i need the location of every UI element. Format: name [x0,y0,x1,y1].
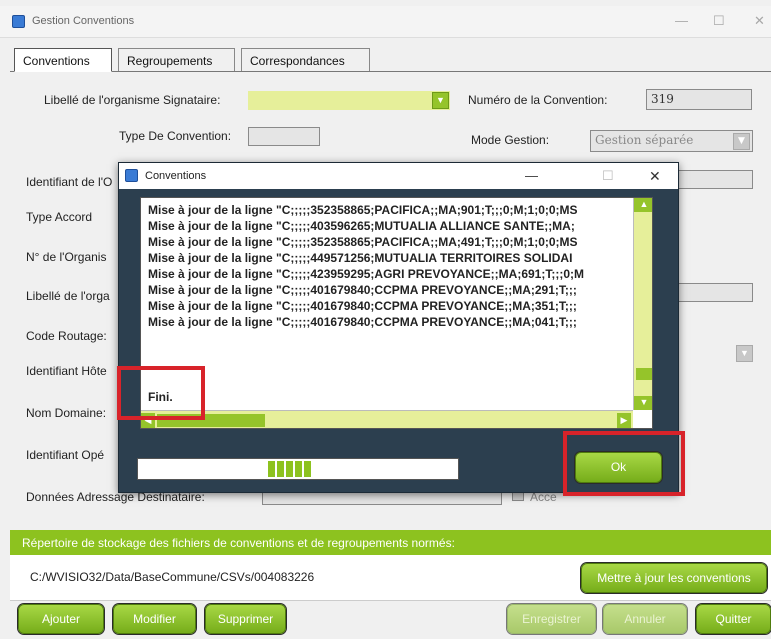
close-icon[interactable]: ✕ [649,168,661,185]
type-convention-label: Type De Convention: [119,129,232,143]
libelle-org-field[interactable] [676,283,753,302]
highlight-ok [563,431,685,496]
identifiant-ope-label: Identifiant Opé [26,448,105,462]
scroll-thumb[interactable] [636,368,652,380]
storage-path: C:/WVISIO32/Data/BaseCommune/CSVs/004083… [30,570,315,584]
window-title: Gestion Conventions [32,15,135,27]
identifiant-field[interactable] [676,170,753,189]
tab-correspondances[interactable]: Correspondances [241,48,370,72]
numero-convention-field[interactable]: 319 [646,89,752,110]
maximize-icon[interactable]: ☐ [713,13,725,29]
chevron-down-icon[interactable]: ▼ [733,133,750,150]
maximize-icon[interactable]: ☐ [602,168,614,184]
scroll-right-icon[interactable]: ▶ [617,413,631,428]
log-line: Mise à jour de la ligne "C;;;;;403596265… [148,219,575,233]
libelle-signataire-label: Libellé de l'organisme Signataire: [44,93,221,107]
numero-convention-label: Numéro de la Convention: [468,93,608,107]
ajouter-button[interactable]: Ajouter [18,604,104,634]
mode-gestion-value: Gestion séparée [595,133,694,147]
dialog-title: Conventions [145,170,207,182]
log-line: Mise à jour de la ligne "C;;;;;401679840… [148,299,577,313]
identifiant-hote-label: Identifiant Hôte [26,364,107,378]
app-icon [125,169,138,182]
annuler-button[interactable]: Annuler [603,604,687,634]
scroll-down-icon[interactable]: ▼ [634,396,652,410]
type-accord-label: Type Accord [26,210,93,224]
log-line: Mise à jour de la ligne "C;;;;;423959295… [148,267,585,281]
chevron-down-icon[interactable]: ▼ [736,345,753,362]
progress-bar [137,458,459,480]
minimize-icon[interactable]: — [525,168,538,183]
log-line: Mise à jour de la ligne "C;;;;;401679840… [148,315,577,329]
quitter-button[interactable]: Quitter [696,604,771,634]
tab-regroupements[interactable]: Regroupements [118,48,235,72]
identifiant-label: Identifiant de l'O [26,175,113,189]
modifier-button[interactable]: Modifier [113,604,196,634]
app-icon [12,15,25,28]
log-line: Mise à jour de la ligne "C;;;;;401679840… [148,283,577,297]
log-output[interactable]: Mise à jour de la ligne "C;;;;;352358865… [140,197,653,429]
conventions-dialog: Conventions — ☐ ✕ Mise à jour de la lign… [117,162,685,496]
log-line: Mise à jour de la ligne "C;;;;;449571256… [148,251,573,265]
log-line: Mise à jour de la ligne "C;;;;;352358865… [148,235,578,249]
log-line: Mise à jour de la ligne "C;;;;;352358865… [148,203,578,217]
nom-domaine-label: Nom Domaine: [26,406,107,420]
supprimer-button[interactable]: Supprimer [205,604,286,634]
mode-gestion-label: Mode Gestion: [471,133,550,147]
enregistrer-button[interactable]: Enregistrer [507,604,596,634]
close-icon[interactable]: ✕ [754,13,765,29]
code-routage-label: Code Routage: [26,329,107,343]
highlight-fini [117,366,205,420]
chevron-down-icon[interactable]: ▼ [432,92,449,109]
update-conventions-button[interactable]: Mettre à jour les conventions [581,563,767,593]
vertical-scrollbar[interactable]: ▲ ▼ [633,198,652,410]
main-title-bar: Gestion Conventions — ☐ ✕ [0,6,771,38]
horizontal-scrollbar[interactable]: ◀ ▶ [141,410,633,428]
libelle-signataire-combo[interactable]: ▼ [248,91,450,110]
mode-gestion-select[interactable]: Gestion séparée ▼ [590,130,753,152]
scroll-up-icon[interactable]: ▲ [634,198,652,212]
progress-fill [268,461,313,477]
type-convention-field[interactable] [248,127,320,146]
num-organisme-label: N° de l'Organis [26,250,107,264]
tab-conventions[interactable]: Conventions [14,48,112,72]
dialog-title-bar: Conventions — ☐ ✕ [119,163,678,189]
libelle-org-label: Libellé de l'orga [26,289,110,303]
minimize-icon[interactable]: — [675,13,688,28]
storage-header: Répertoire de stockage des fichiers de c… [10,530,771,555]
